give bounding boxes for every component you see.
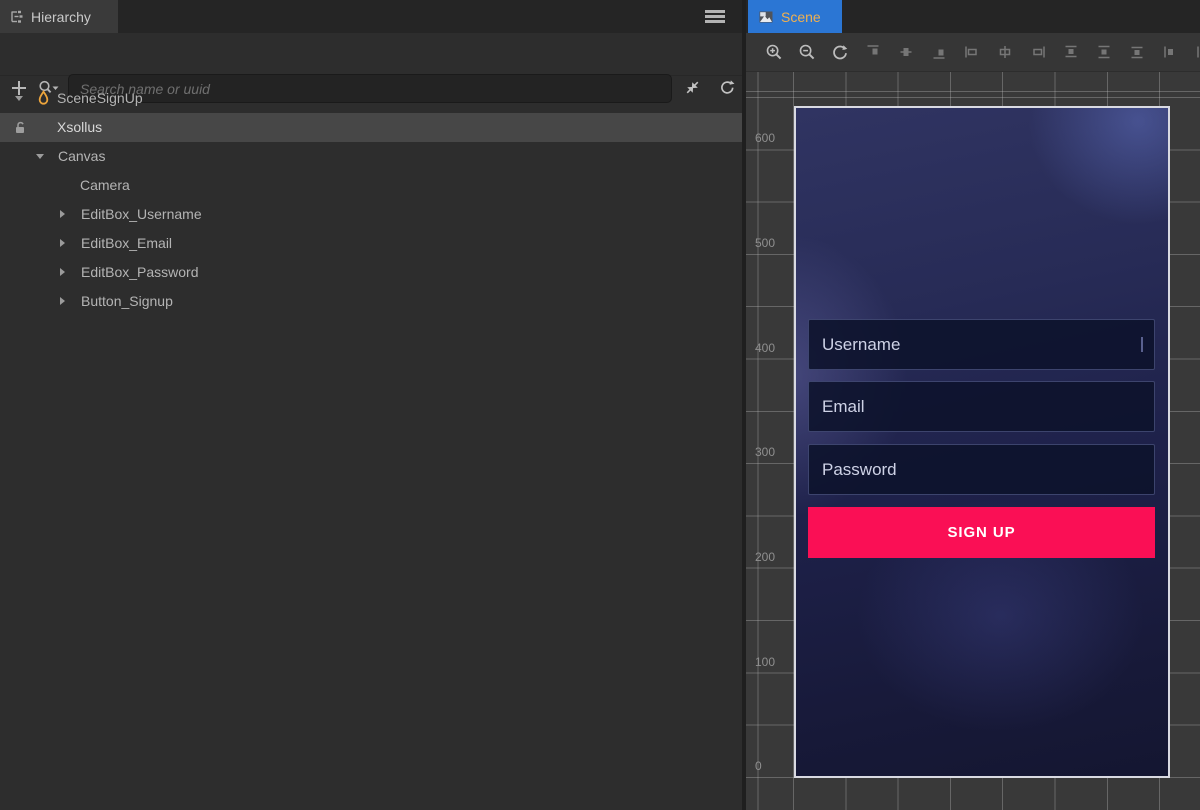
tree-row-scenesignup[interactable]: SceneSignUp: [0, 84, 742, 113]
tree-node-label: EditBox_Email: [81, 229, 172, 258]
scene-image-icon: [758, 9, 774, 25]
scene-editbox-password[interactable]: Password: [808, 444, 1155, 495]
scene-tabbar: Scene: [746, 0, 1200, 33]
zoom-in-icon[interactable]: [765, 43, 783, 61]
ruler-label: 300: [755, 445, 785, 459]
align-right-icon[interactable]: [1029, 43, 1047, 61]
tree-node-label: EditBox_Password: [81, 258, 199, 287]
tree-node-label: EditBox_Username: [81, 200, 202, 229]
hierarchy-tree: SceneSignUp Xsollus Canvas Camera: [0, 76, 742, 316]
align-top-icon[interactable]: [864, 43, 882, 61]
design-canvas: Username Email Password SIGN UP: [794, 106, 1170, 778]
distribute-bottom-icon[interactable]: [1128, 43, 1146, 61]
reset-view-icon[interactable]: [831, 43, 849, 61]
ruler-label: 600: [755, 131, 785, 145]
panel-menu-icon[interactable]: [705, 10, 725, 23]
hierarchy-tree-icon: [9, 9, 24, 24]
tree-node-label: Canvas: [58, 142, 105, 171]
collapsed-arrow-icon[interactable]: [60, 297, 65, 305]
align-vertical-center-icon[interactable]: [897, 43, 915, 61]
email-placeholder: Email: [822, 397, 865, 417]
ruler-label: 500: [755, 236, 785, 250]
editbox-cursor-tick: [1141, 337, 1143, 352]
tree-row-xsollus[interactable]: Xsollus: [0, 113, 742, 142]
unlock-icon[interactable]: [13, 120, 28, 135]
distribute-top-icon[interactable]: [1062, 43, 1080, 61]
align-left-icon[interactable]: [963, 43, 981, 61]
ruler-label: 400: [755, 341, 785, 355]
scene-signup-button[interactable]: SIGN UP: [808, 507, 1155, 558]
hierarchy-tabbar: Hierarchy: [0, 0, 742, 33]
distribute-left-icon[interactable]: [1161, 43, 1179, 61]
tree-row-editbox-password[interactable]: EditBox_Password: [0, 258, 742, 287]
ruler-label: 0: [755, 759, 785, 773]
collapsed-arrow-icon[interactable]: [60, 239, 65, 247]
align-horizontal-center-icon[interactable]: [996, 43, 1014, 61]
cocos-flame-icon: [35, 90, 52, 107]
tab-scene[interactable]: Scene: [748, 0, 842, 33]
scene-viewport[interactable]: 600 500 400 300 200 100 0 Username Email…: [746, 72, 1200, 810]
tree-node-label: SceneSignUp: [57, 84, 143, 113]
scene-editbox-email[interactable]: Email: [808, 381, 1155, 432]
tree-node-label: Camera: [80, 171, 130, 200]
expand-arrow-icon[interactable]: [15, 96, 23, 101]
collapsed-arrow-icon[interactable]: [60, 210, 65, 218]
hierarchy-toolbar: [0, 33, 742, 76]
tree-node-label: Button_Signup: [81, 287, 173, 316]
tab-hierarchy[interactable]: Hierarchy: [0, 0, 118, 33]
editor-window: Hierarchy: [0, 0, 1200, 810]
scene-tab-label: Scene: [781, 9, 821, 25]
tree-row-editbox-email[interactable]: EditBox_Email: [0, 229, 742, 258]
hierarchy-panel: Hierarchy: [0, 0, 742, 810]
expand-arrow-icon[interactable]: [36, 154, 44, 159]
ruler-label: 100: [755, 655, 785, 669]
scene-panel: Scene: [746, 0, 1200, 810]
scene-editbox-username[interactable]: Username: [808, 319, 1155, 370]
scene-toolbar: [746, 33, 1200, 72]
hierarchy-tab-label: Hierarchy: [31, 9, 91, 25]
tree-row-button-signup[interactable]: Button_Signup: [0, 287, 742, 316]
tree-row-editbox-username[interactable]: EditBox_Username: [0, 200, 742, 229]
password-placeholder: Password: [822, 460, 897, 480]
tree-row-camera[interactable]: Camera: [0, 171, 742, 200]
signup-button-label: SIGN UP: [948, 524, 1016, 541]
align-bottom-icon[interactable]: [930, 43, 948, 61]
distribute-vertical-center-icon[interactable]: [1095, 43, 1113, 61]
distribute-horizontal-center-icon[interactable]: [1194, 43, 1200, 61]
collapsed-arrow-icon[interactable]: [60, 268, 65, 276]
zoom-out-icon[interactable]: [798, 43, 816, 61]
ruler-label: 200: [755, 550, 785, 564]
username-placeholder: Username: [822, 335, 900, 355]
tree-row-canvas[interactable]: Canvas: [0, 142, 742, 171]
tree-node-label: Xsollus: [57, 113, 102, 142]
